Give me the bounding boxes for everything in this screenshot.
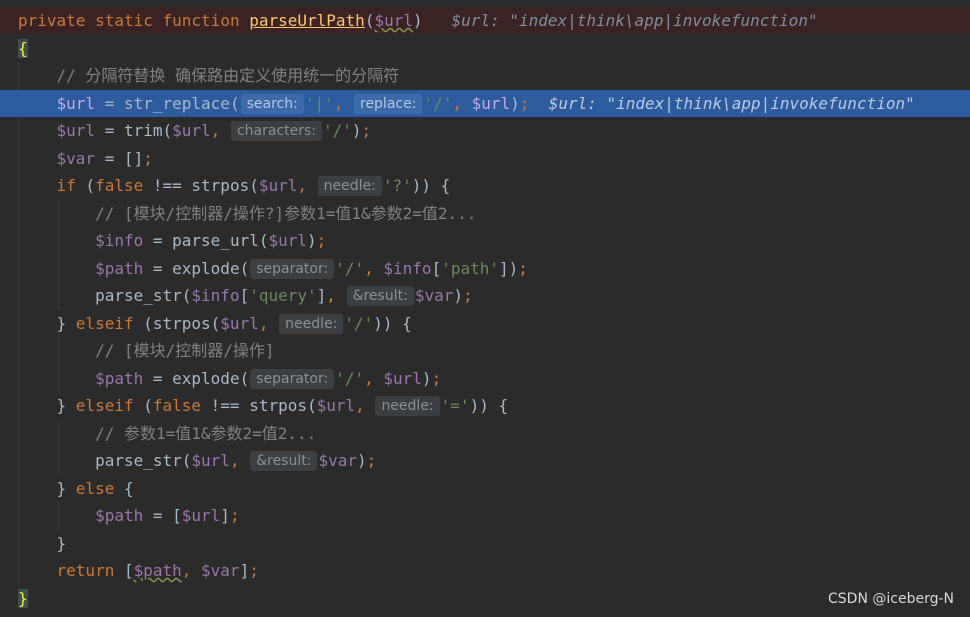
function-call: strpos [152, 314, 211, 333]
var-info: $info [383, 259, 432, 278]
var-path: $path [133, 561, 182, 580]
code-line-explode-url[interactable]: $path = explode(separator: '/', $url); [0, 365, 970, 392]
param-url[interactable]: $url [374, 11, 413, 30]
param-hint-separator: separator: [250, 369, 335, 389]
var-info: $info [191, 286, 240, 305]
code-line-var-init[interactable]: $var = []; [0, 145, 970, 172]
function-call: str_replace [123, 94, 230, 113]
comment: // 分隔符替换 确保路由定义使用统一的分隔符 [56, 66, 400, 85]
keyword-elseif: elseif [75, 314, 134, 333]
param-hint-result: &result: [250, 451, 318, 471]
keyword-private: private [18, 11, 86, 30]
code-line-if[interactable]: if (false !== strpos($url, needle: '?')) … [0, 172, 970, 199]
close-brace: } [18, 589, 28, 608]
function-call: parse_url [172, 231, 259, 250]
code-line-return[interactable]: return [$path, $var]; [0, 557, 970, 584]
var-url: $url [56, 94, 96, 113]
keyword-elseif: elseif [75, 396, 134, 415]
param-hint-search: search: [240, 94, 304, 114]
string-literal: '?' [382, 176, 412, 195]
string-literal: '/' [423, 94, 453, 113]
code-line-explode-path[interactable]: $path = explode(separator: '/', $info['pa… [0, 255, 970, 282]
function-call: explode [172, 259, 240, 278]
code-line-str-replace[interactable]: $url = str_replace(search: '|', replace: '… [0, 90, 970, 117]
param-hint-needle: needle: [375, 396, 440, 416]
param-hint-characters: characters: [230, 121, 322, 141]
code-line-elseif-slash[interactable]: } elseif (strpos($url, needle: '/')) { [0, 310, 970, 337]
var-var: $var [56, 149, 96, 168]
keyword-static: static [95, 11, 153, 30]
var-var: $var [318, 451, 357, 470]
code-line-comment-params[interactable]: // 参数1=值1&参数2=值2... [0, 420, 970, 447]
param-hint-needle: needle: [279, 314, 344, 334]
var-url: $url [56, 121, 96, 140]
comment: // [模块/控制器/操作?]参数1=值1&参数2=值2... [95, 204, 477, 223]
string-literal: '/' [335, 259, 365, 278]
string-literal: '/' [344, 314, 374, 333]
keyword-false: false [152, 396, 202, 415]
string-literal: 'query' [249, 286, 317, 305]
param-hint-needle: needle: [317, 176, 382, 196]
var-var: $var [414, 286, 454, 305]
function-call: explode [172, 369, 240, 388]
var-path: $path [95, 506, 144, 525]
code-line-comment-module-query[interactable]: // [模块/控制器/操作?]参数1=值1&参数2=值2... [0, 200, 970, 227]
var-path: $path [95, 259, 144, 278]
code-line-parse-str-url[interactable]: parse_str($url, &result: $var); [0, 447, 970, 474]
var-path: $path [95, 369, 144, 388]
function-call: strpos [249, 396, 307, 415]
code-line-signature[interactable]: private static function parseUrlPath($ur… [0, 7, 970, 34]
code-line-trim[interactable]: $url = trim($url, characters: '/'); [0, 117, 970, 144]
watermark: CSDN @iceberg-N [828, 591, 954, 607]
code-line-close-brace[interactable]: } [0, 585, 970, 612]
code-line-close-else[interactable]: } [0, 530, 970, 557]
code-line-path-array[interactable]: $path = [$url]; [0, 502, 970, 529]
var-url: $url [191, 451, 230, 470]
code-line-comment-module[interactable]: // [模块/控制器/操作] [0, 337, 970, 364]
string-literal: '=' [440, 396, 470, 415]
param-hint-replace: replace: [353, 94, 423, 114]
editor-top-edge [0, 0, 970, 6]
keyword-if: if [56, 176, 76, 195]
code-line-comment-separator[interactable]: // 分隔符替换 确保路由定义使用统一的分隔符 [0, 62, 970, 89]
string-literal: '/' [323, 121, 352, 140]
function-call: parse_str [95, 286, 182, 305]
var-url: $url [471, 94, 511, 113]
string-literal: '/' [335, 369, 365, 388]
param-hint-result: &result: [346, 286, 414, 306]
var-info: $info [95, 231, 144, 250]
var-url: $url [258, 176, 298, 195]
function-call: strpos [191, 176, 250, 195]
debug-value-url: $url: "index|think\app|invokefunction" [548, 94, 915, 113]
var-url: $url [268, 231, 308, 250]
var-url: $url [220, 314, 259, 333]
var-url: $url [383, 369, 422, 388]
code-line-open-brace[interactable]: { [0, 35, 970, 62]
param-hint-separator: separator: [250, 259, 335, 279]
string-literal: 'path' [441, 259, 499, 278]
var-var: $var [201, 561, 240, 580]
code-line-parse-url[interactable]: $info = parse_url($url); [0, 227, 970, 254]
debug-value-url: $url: "index|think\app|invokefunction" [451, 11, 818, 30]
var-url: $url [316, 396, 356, 415]
code-line-elseif-eq[interactable]: } elseif (false !== strpos($url, needle:… [0, 392, 970, 419]
code-line-parse-str-query[interactable]: parse_str($info['query'], &result: $var); [0, 282, 970, 309]
keyword-else: else [75, 479, 115, 498]
var-url: $url [172, 121, 211, 140]
open-brace: { [18, 39, 28, 58]
string-literal: '|' [304, 94, 334, 113]
function-name[interactable]: parseUrlPath [249, 11, 365, 30]
function-call: trim [123, 121, 163, 140]
function-call: parse_str [95, 451, 182, 470]
comment: // [模块/控制器/操作] [95, 341, 275, 360]
comment: // 参数1=值1&参数2=值2... [95, 424, 317, 443]
keyword-function: function [162, 11, 240, 30]
code-editor[interactable]: private static function parseUrlPath($ur… [0, 0, 970, 617]
keyword-false: false [95, 176, 144, 195]
code-line-else[interactable]: } else { [0, 475, 970, 502]
var-url: $url [181, 506, 221, 525]
keyword-return: return [56, 561, 115, 580]
